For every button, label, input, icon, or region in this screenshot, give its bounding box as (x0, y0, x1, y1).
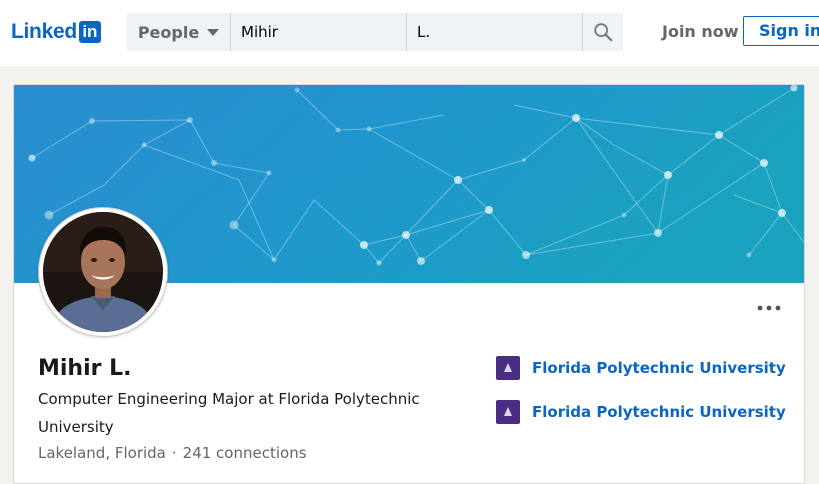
join-now-link[interactable]: Join now (662, 21, 739, 43)
search-type-label: People (137, 22, 200, 42)
education-item[interactable]: Florida Polytechnic University (496, 400, 786, 424)
people-search-bar: People (127, 13, 623, 51)
school-name: Florida Polytechnic University (532, 359, 786, 377)
meta-separator: · (171, 444, 177, 462)
school-logo-icon (496, 356, 520, 380)
sign-in-button[interactable]: Sign in (743, 16, 819, 46)
school-logo-icon (496, 400, 520, 424)
first-name-input[interactable] (231, 13, 407, 51)
profile-card: Mihir L. Computer Engineering Major at F… (13, 84, 805, 484)
logo-badge: in (78, 21, 101, 43)
profile-headline: Computer Engineering Major at Florida Po… (38, 390, 420, 436)
linkedin-logo[interactable]: Linked in (11, 21, 101, 43)
profile-photo (38, 207, 168, 337)
profile-name: Mihir L. (38, 356, 132, 381)
search-type-dropdown[interactable]: People (127, 13, 231, 51)
profile-photo-image (43, 212, 163, 332)
more-options-button[interactable] (757, 297, 781, 316)
search-icon (594, 23, 613, 42)
profile-location: Lakeland, Florida (38, 444, 166, 462)
caret-down-icon (207, 28, 220, 36)
profile-connections: 241 connections (182, 444, 307, 462)
more-horizontal-icon (757, 305, 781, 311)
profile-meta: Lakeland, Florida · 241 connections (38, 442, 307, 464)
logo-text: Linked (11, 20, 77, 43)
school-name: Florida Polytechnic University (532, 403, 786, 421)
search-button[interactable] (582, 13, 623, 51)
last-name-input[interactable] (407, 13, 582, 51)
top-nav-bar: Linked in People Join now Sign in (0, 0, 819, 66)
education-item[interactable]: Florida Polytechnic University (496, 356, 786, 380)
